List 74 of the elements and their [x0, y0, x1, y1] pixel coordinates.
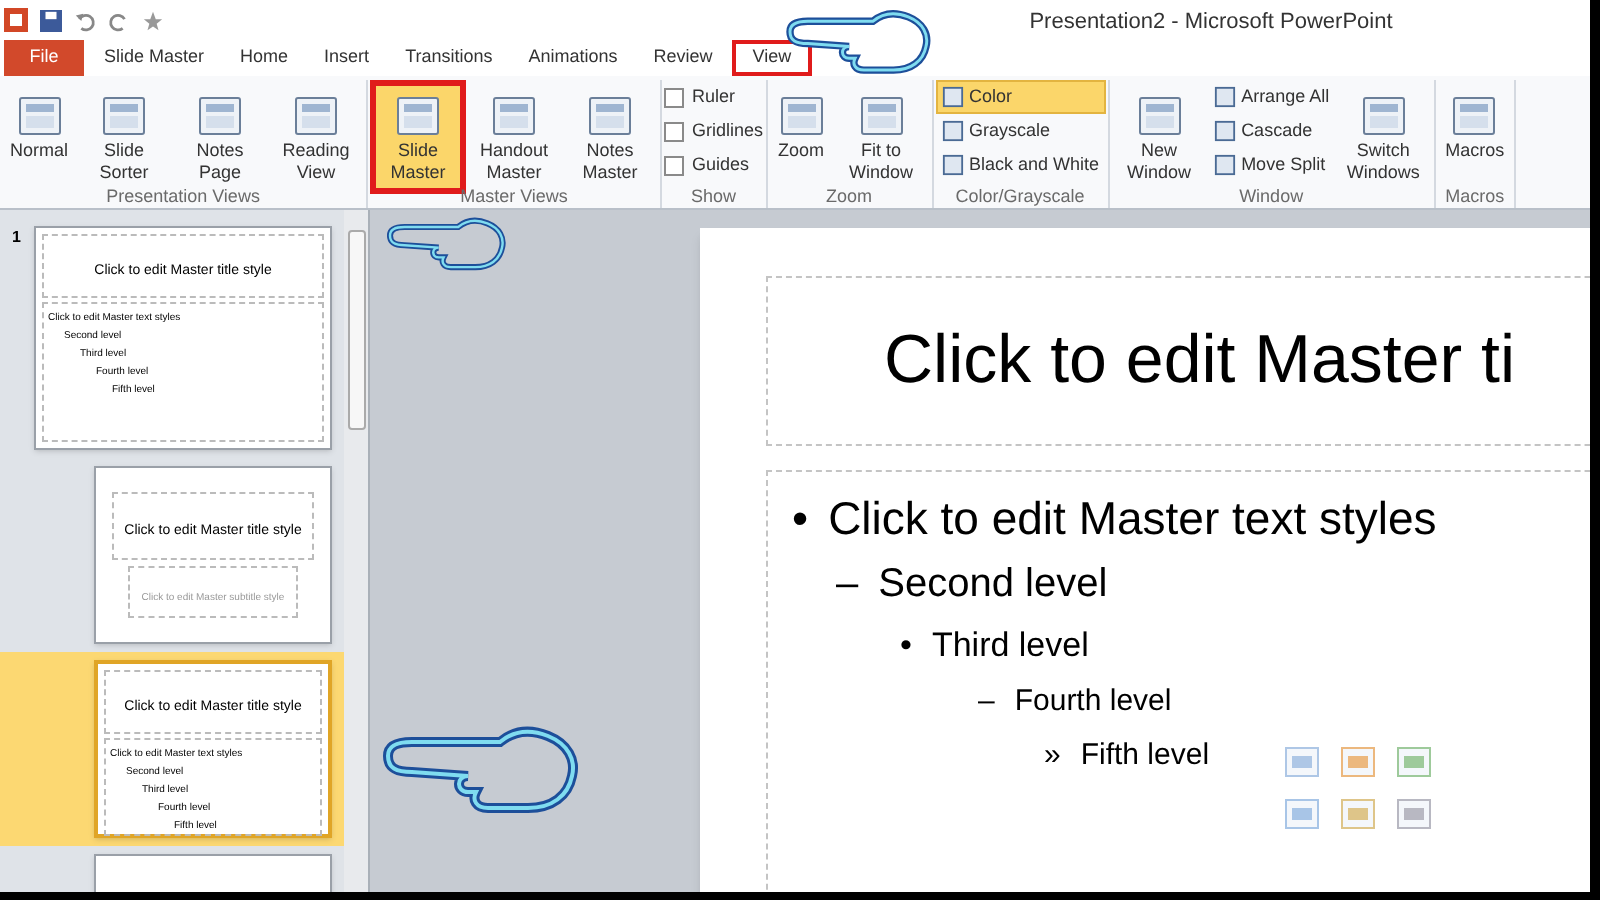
- insert-content-icon[interactable]: [1340, 796, 1376, 832]
- ribbon-button[interactable]: Grayscale: [935, 114, 1106, 148]
- view-icon: [1359, 92, 1408, 140]
- save-icon[interactable]: [40, 9, 62, 31]
- ribbon-button[interactable]: Cascade: [1207, 114, 1336, 148]
- undo-icon[interactable]: [74, 9, 96, 31]
- insert-content-icon[interactable]: [1340, 744, 1376, 780]
- insert-content-icon[interactable]: [1396, 744, 1432, 780]
- view-icon: [490, 92, 539, 140]
- window-icon: [1213, 120, 1236, 142]
- bullet-text: Fifth level: [1080, 736, 1210, 776]
- view-icon: [857, 92, 906, 140]
- app-icon[interactable]: [4, 8, 28, 32]
- ribbon-button[interactable]: Reading View: [268, 80, 365, 194]
- scrollbar[interactable]: [344, 210, 368, 892]
- ribbon-tab[interactable]: Transitions: [389, 40, 509, 76]
- hand-pointer-icon: [380, 724, 580, 816]
- ribbon-tab[interactable]: Home: [224, 40, 305, 76]
- window-icon: [941, 120, 964, 142]
- ribbon-button[interactable]: New Window: [1111, 80, 1208, 194]
- ribbon-button[interactable]: Move Split: [1207, 148, 1336, 182]
- group-label: Color/Grayscale: [953, 184, 1087, 208]
- ribbon-tab[interactable]: Animations: [512, 40, 634, 76]
- ribbon-tab[interactable]: Insert: [308, 40, 386, 76]
- insert-content-icon[interactable]: [1396, 796, 1432, 832]
- bullet-text: Fourth level: [1014, 682, 1172, 722]
- checkbox[interactable]: Gridlines: [664, 114, 764, 148]
- star-icon[interactable]: [142, 9, 164, 31]
- bullet-text: Click to edit Master text styles: [828, 490, 1437, 548]
- view-icon: [586, 92, 635, 140]
- bullet-text: Second level: [878, 560, 1108, 610]
- bullet-marker: •: [792, 490, 809, 548]
- group-label: Zoom: [824, 184, 875, 208]
- group-label: Window: [1237, 184, 1306, 208]
- view-icon: [777, 92, 826, 140]
- ribbon-button[interactable]: Macros: [1437, 80, 1513, 172]
- ribbon-button[interactable]: Black and White: [935, 148, 1106, 182]
- window-icon: [941, 154, 964, 176]
- view-icon: [292, 92, 341, 140]
- insert-content-icon[interactable]: [1284, 744, 1320, 780]
- slide-title: Click to edit Master ti: [884, 320, 1516, 402]
- ribbon-button[interactable]: Color: [935, 80, 1106, 114]
- bullet-marker: •: [900, 624, 912, 668]
- view-icon: [15, 92, 63, 140]
- hand-pointer-icon: [384, 216, 508, 272]
- insert-content-icon[interactable]: [1284, 796, 1320, 832]
- bullet-marker: »: [1044, 736, 1061, 776]
- checkbox[interactable]: Ruler: [664, 80, 764, 114]
- ribbon-button[interactable]: Normal: [2, 80, 77, 172]
- file-tab[interactable]: File: [4, 40, 84, 76]
- slide-number: 1: [10, 226, 21, 250]
- ribbon-tab[interactable]: Slide Master: [88, 40, 221, 76]
- checkbox[interactable]: Guides: [664, 148, 764, 182]
- ribbon-button[interactable]: Switch Windows: [1335, 80, 1432, 194]
- group-label: Presentation Views: [104, 184, 262, 208]
- ribbon-tab[interactable]: Review: [637, 40, 729, 76]
- group-label: Macros: [1443, 184, 1507, 208]
- bullet-marker: –: [978, 682, 995, 722]
- view-icon: [1135, 92, 1184, 140]
- group-label: Show: [689, 184, 739, 208]
- window-icon: [1213, 154, 1236, 176]
- window-icon: [941, 86, 964, 108]
- view-icon: [100, 92, 149, 140]
- bullet-text: Third level: [931, 624, 1089, 668]
- view-icon: [1450, 92, 1499, 140]
- window-icon: [1213, 86, 1236, 108]
- view-icon: [196, 92, 245, 140]
- ribbon-button[interactable]: Zoom: [769, 80, 834, 172]
- ribbon-tab[interactable]: View: [732, 40, 812, 76]
- view-icon: [394, 92, 443, 140]
- redo-icon[interactable]: [108, 9, 130, 31]
- ribbon-button[interactable]: Arrange All: [1207, 80, 1336, 114]
- bullet-marker: –: [836, 560, 859, 610]
- window-title: Presentation2 - Microsoft PowerPoint: [1029, 10, 1393, 34]
